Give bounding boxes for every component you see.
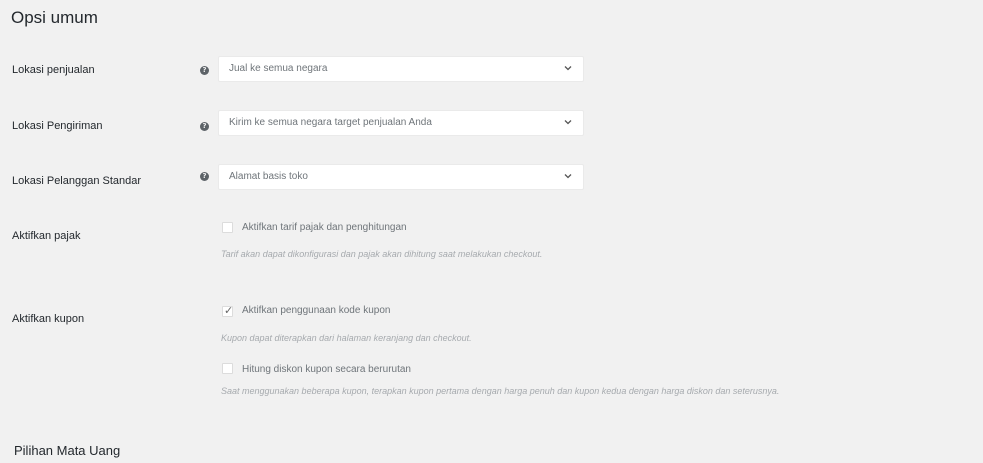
shipping-location-select[interactable]: Kirim ke semua negara target penjualan A… bbox=[218, 110, 584, 136]
selling-location-label: Lokasi penjualan bbox=[12, 64, 95, 76]
help-icon[interactable]: ? bbox=[200, 66, 209, 75]
coupons-enable-label[interactable]: Aktifkan penggunaan kode kupon bbox=[242, 305, 390, 316]
coupons-sequential-description: Saat menggunakan beberapa kupon, terapka… bbox=[221, 386, 780, 396]
chevron-down-icon bbox=[564, 66, 572, 71]
chevron-down-icon bbox=[564, 174, 572, 179]
taxes-checkbox-label[interactable]: Aktifkan tarif pajak dan penghitungan bbox=[242, 222, 407, 233]
currency-options-title: Pilihan Mata Uang bbox=[14, 443, 121, 458]
taxes-description: Tarif akan dapat dikonfigurasi dan pajak… bbox=[221, 249, 543, 259]
taxes-checkbox[interactable] bbox=[222, 222, 233, 233]
shipping-location-label: Lokasi Pengiriman bbox=[12, 120, 103, 132]
selling-location-value: Jual ke semua negara bbox=[229, 63, 328, 74]
coupons-enable-description: Kupon dapat diterapkan dari halaman kera… bbox=[221, 333, 472, 343]
default-customer-location-label: Lokasi Pelanggan Standar bbox=[12, 175, 142, 187]
default-customer-location-select[interactable]: Alamat basis toko bbox=[218, 164, 584, 190]
coupons-label: Aktifkan kupon bbox=[12, 313, 85, 325]
default-customer-location-value: Alamat basis toko bbox=[229, 171, 308, 182]
taxes-label: Aktifkan pajak bbox=[12, 230, 81, 242]
shipping-location-value: Kirim ke semua negara target penjualan A… bbox=[229, 117, 432, 128]
general-options-title: Opsi umum bbox=[11, 8, 98, 27]
coupons-sequential-label[interactable]: Hitung diskon kupon secara berurutan bbox=[242, 364, 411, 375]
selling-location-select[interactable]: Jual ke semua negara bbox=[218, 56, 584, 82]
coupons-sequential-checkbox[interactable] bbox=[222, 363, 233, 374]
checkmark-icon: ✓ bbox=[224, 304, 234, 317]
help-icon[interactable]: ? bbox=[200, 122, 209, 131]
coupons-enable-checkbox[interactable]: ✓ bbox=[222, 304, 234, 317]
help-icon[interactable]: ? bbox=[200, 172, 209, 181]
chevron-down-icon bbox=[564, 120, 572, 125]
